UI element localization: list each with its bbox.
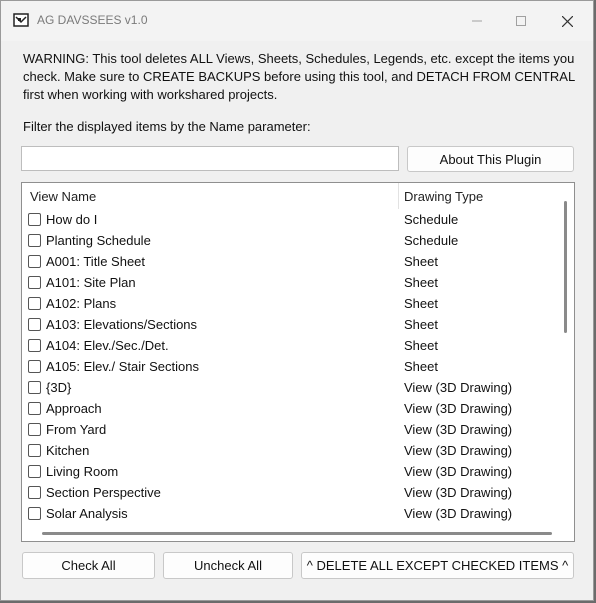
row-drawing-type: View (3D Drawing) (404, 422, 513, 437)
list-item[interactable]: How do I Schedule (22, 210, 562, 231)
row-drawing-type: Sheet (404, 275, 438, 290)
list-item[interactable]: {3D} View (3D Drawing) (22, 378, 562, 399)
row-view-name: Approach (46, 401, 102, 416)
row-drawing-type: View (3D Drawing) (404, 464, 513, 479)
row-drawing-type: View (3D Drawing) (404, 380, 513, 395)
row-drawing-type: Sheet (404, 359, 438, 374)
row-checkbox[interactable] (28, 255, 41, 268)
list-item[interactable]: Kitchen View (3D Drawing) (22, 441, 562, 462)
list-item[interactable]: Section Perspective View (3D Drawing) (22, 483, 562, 504)
row-view-name: Kitchen (46, 443, 90, 458)
row-drawing-type: Schedule (404, 212, 459, 227)
row-view-name: From Yard (46, 422, 107, 437)
row-drawing-type: View (3D Drawing) (404, 443, 513, 458)
row-drawing-type: View (3D Drawing) (404, 401, 513, 416)
row-checkbox[interactable] (28, 276, 41, 289)
title-bar[interactable]: AG DAVSSEES v1.0 (1, 1, 593, 41)
row-checkbox[interactable] (28, 507, 41, 520)
row-checkbox[interactable] (28, 444, 41, 457)
list-item[interactable]: Planting Schedule Schedule (22, 231, 562, 252)
row-view-name: A102: Plans (46, 296, 117, 311)
row-checkbox[interactable] (28, 486, 41, 499)
row-checkbox[interactable] (28, 318, 41, 331)
about-plugin-button[interactable]: About This Plugin (407, 146, 574, 172)
row-checkbox[interactable] (28, 465, 41, 478)
row-drawing-type: Sheet (404, 296, 438, 311)
list-item[interactable]: A101: Site Plan Sheet (22, 273, 562, 294)
maximize-icon[interactable] (507, 9, 535, 33)
row-checkbox[interactable] (28, 234, 41, 247)
row-view-name: How do I (46, 212, 98, 227)
vertical-scrollbar[interactable] (564, 201, 567, 333)
list-item[interactable]: Solar Analysis View (3D Drawing) (22, 504, 562, 525)
row-view-name: A001: Title Sheet (46, 254, 146, 269)
list-item[interactable]: From Yard View (3D Drawing) (22, 420, 562, 441)
row-drawing-type: View (3D Drawing) (404, 485, 513, 500)
list-item[interactable]: Approach View (3D Drawing) (22, 399, 562, 420)
list-item[interactable]: Living Room View (3D Drawing) (22, 462, 562, 483)
plugin-window: AG DAVSSEES v1.0 WARNING: This tool dele… (0, 0, 594, 601)
row-drawing-type: Schedule (404, 233, 459, 248)
horizontal-scrollbar[interactable] (42, 532, 552, 535)
row-view-name: Solar Analysis (46, 506, 128, 521)
filter-input[interactable] (21, 146, 399, 171)
column-header-view-name[interactable]: View Name (30, 189, 96, 204)
uncheck-all-button[interactable]: Uncheck All (163, 552, 293, 579)
row-checkbox[interactable] (28, 423, 41, 436)
row-checkbox[interactable] (28, 381, 41, 394)
row-checkbox[interactable] (28, 297, 41, 310)
row-view-name: A104: Elev./Sec./Det. (46, 338, 169, 353)
app-icon (13, 13, 29, 27)
list-item[interactable]: A001: Title Sheet Sheet (22, 252, 562, 273)
row-view-name: Living Room (46, 464, 119, 479)
delete-all-except-checked-button[interactable]: ^ DELETE ALL EXCEPT CHECKED ITEMS ^ (301, 552, 574, 579)
row-view-name: Section Perspective (46, 485, 161, 500)
list-item[interactable]: A103: Elevations/Sections Sheet (22, 315, 562, 336)
warning-text: WARNING: This tool deletes ALL Views, Sh… (23, 51, 575, 102)
row-view-name: A103: Elevations/Sections (46, 317, 198, 332)
row-view-name: {3D} (46, 380, 72, 395)
row-drawing-type: View (3D Drawing) (404, 506, 513, 521)
column-header-drawing-type[interactable]: Drawing Type (404, 189, 483, 204)
window-title: AG DAVSSEES v1.0 (37, 13, 148, 27)
row-view-name: A101: Site Plan (46, 275, 136, 290)
check-all-button[interactable]: Check All (22, 552, 155, 579)
row-checkbox[interactable] (28, 360, 41, 373)
filter-label: Filter the displayed items by the Name p… (23, 119, 311, 134)
row-checkbox[interactable] (28, 213, 41, 226)
row-drawing-type: Sheet (404, 317, 438, 332)
column-divider[interactable] (398, 183, 399, 209)
row-drawing-type: Sheet (404, 338, 438, 353)
list-item[interactable]: A102: Plans Sheet (22, 294, 562, 315)
row-view-name: Planting Schedule (46, 233, 151, 248)
row-checkbox[interactable] (28, 339, 41, 352)
minimize-icon[interactable] (463, 9, 491, 33)
list-item[interactable]: A105: Elev./ Stair Sections Sheet (22, 357, 562, 378)
list-item[interactable]: A104: Elev./Sec./Det. Sheet (22, 336, 562, 357)
view-list[interactable]: View Name Drawing Type How do I Schedule P… (21, 182, 575, 542)
row-view-name: A105: Elev./ Stair Sections (46, 359, 199, 374)
close-icon[interactable] (553, 9, 581, 33)
row-checkbox[interactable] (28, 402, 41, 415)
row-drawing-type: Sheet (404, 254, 438, 269)
